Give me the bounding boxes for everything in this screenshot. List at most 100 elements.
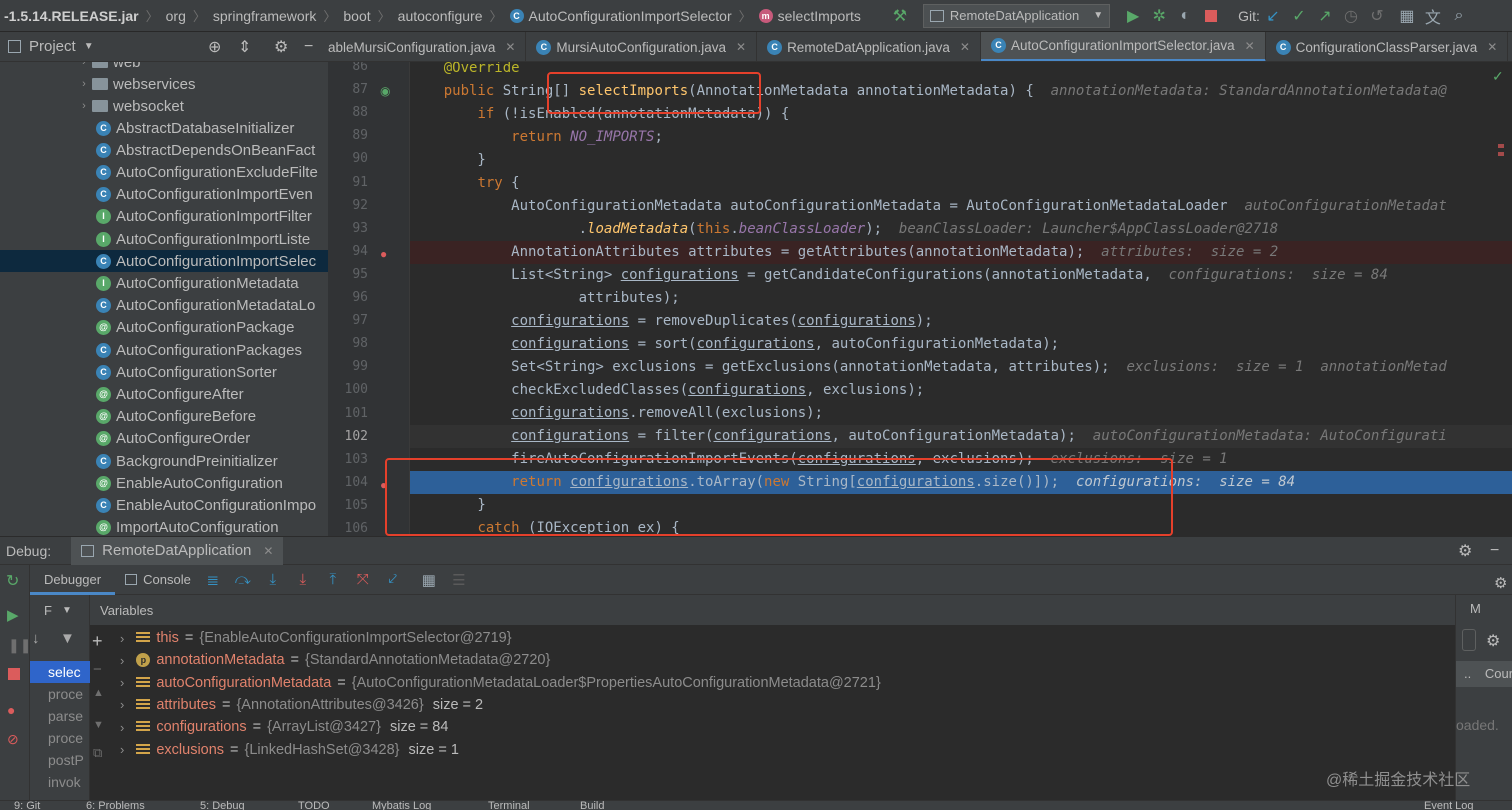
collapse-icon[interactable]: ⇕ [238, 37, 251, 57]
override-icon[interactable]: ◉ [380, 84, 390, 98]
tree-item[interactable]: C AbstractDatabaseInitializer [0, 117, 328, 139]
variable-row[interactable]: › this = {EnableAutoConfigurationImportSele… [120, 627, 521, 649]
copy-icon[interactable]: ⧉ [93, 745, 102, 761]
tree-item[interactable]: C AutoConfigurationSorter [0, 361, 328, 383]
gear-icon[interactable]: ⚙ [1458, 541, 1472, 561]
step-into-icon[interactable]: ⤓ [261, 568, 285, 592]
git-commit-icon[interactable]: ✓ [1286, 3, 1312, 29]
chevron-down-icon[interactable]: ▼ [84, 41, 94, 52]
chevron-right-icon[interactable]: › [120, 631, 124, 646]
breakpoint-icon[interactable]: ● [380, 247, 387, 261]
gear-icon[interactable]: ⚙ [1486, 631, 1500, 651]
tab-console[interactable]: Console [115, 572, 201, 587]
minus-icon[interactable]: − [93, 661, 102, 678]
project-title[interactable]: Project [29, 38, 76, 55]
debug-session-tab[interactable]: RemoteDatApplication ✕ [71, 536, 284, 565]
tab-auto-config-import-selector[interactable]: C AutoConfigurationImportSelector.java ✕ [980, 32, 1266, 61]
chevron-right-icon[interactable]: › [120, 742, 124, 757]
tab-debugger[interactable]: Debugger [30, 565, 116, 595]
variable-row[interactable]: › attributes = {AnnotationAttributes@3426} s… [120, 694, 483, 716]
breadcrumb-class[interactable]: C AutoConfigurationImportSelector [506, 8, 736, 24]
hammer-icon[interactable]: ⚒ [887, 3, 913, 29]
chevron-down-icon[interactable]: ▼ [62, 605, 72, 616]
breadcrumb-jar[interactable]: -1.5.14.RELEASE.jar [0, 8, 143, 24]
close-icon[interactable]: ✕ [505, 40, 515, 54]
gear-icon[interactable]: ⚙ [274, 37, 288, 57]
tree-item[interactable]: @ AutoConfigureOrder [0, 428, 328, 450]
minimize-icon[interactable]: − [304, 38, 313, 56]
down-icon[interactable]: ▼ [93, 719, 104, 731]
variable-row[interactable]: › autoConfigurationMetadata = {AutoConfigur… [120, 672, 890, 694]
tab-configuration-class-parser[interactable]: C ConfigurationClassParser.java ✕ [1266, 32, 1509, 61]
tab-mursi-auto-config[interactable]: C MursiAutoConfiguration.java ✕ [526, 32, 758, 61]
tool-window-button[interactable]: TODO [298, 801, 330, 810]
tree-item[interactable]: I AutoConfigurationMetadata [0, 272, 328, 294]
error-stripe-mark[interactable] [1498, 152, 1504, 156]
tool-window-button[interactable]: Event Log [1424, 801, 1474, 810]
run-config-select[interactable]: RemoteDatApplication ▼ [922, 3, 1111, 28]
tree-item[interactable]: C AutoConfigurationPackages [0, 339, 328, 361]
project-structure-icon[interactable]: ▦ [1394, 3, 1420, 29]
git-update-icon[interactable]: ↙ [1260, 3, 1286, 29]
tree-item[interactable]: C AbstractDependsOnBeanFact [0, 139, 328, 161]
git-push-icon[interactable]: ↗ [1312, 3, 1338, 29]
add-watch-icon[interactable]: + [92, 631, 103, 652]
locate-icon[interactable]: ⊕ [208, 37, 221, 57]
close-icon[interactable]: ✕ [960, 40, 970, 54]
step-over-icon[interactable]: ⤼ [231, 568, 255, 592]
tree-item[interactable]: C AutoConfigurationImportEven [0, 184, 328, 206]
tree-item[interactable]: @ AutoConfigureBefore [0, 406, 328, 428]
close-icon[interactable]: ✕ [1245, 39, 1255, 53]
step-out-icon[interactable]: ⤒ [321, 568, 345, 592]
minimize-icon[interactable]: − [1490, 542, 1499, 560]
drop-frame-icon[interactable]: ⤧ [351, 568, 375, 592]
frame-item[interactable]: postP [48, 752, 84, 768]
tool-window-button[interactable]: 9: Git [14, 801, 40, 810]
tool-window-button[interactable]: Mybatis Log [372, 801, 431, 810]
breadcrumb-method[interactable]: m selectImports [755, 8, 865, 24]
breakpoints-icon[interactable]: ● [7, 702, 15, 718]
frame-item[interactable]: proce [48, 730, 83, 746]
settings-icon[interactable]: ⚙ [1494, 574, 1507, 592]
tree-item[interactable]: @ ImportAutoConfiguration [0, 517, 328, 536]
frame-item[interactable]: invok [48, 774, 81, 790]
close-icon[interactable]: ✕ [1487, 40, 1497, 54]
run-icon[interactable]: ▶ [1120, 3, 1146, 29]
tool-window-button[interactable]: Build [580, 801, 604, 810]
run-to-cursor-icon[interactable]: ⤦ [381, 568, 405, 592]
tree-item[interactable]: @ AutoConfigureAfter [0, 383, 328, 405]
tree-item[interactable]: I AutoConfigurationImportListe [0, 228, 328, 250]
force-step-into-icon[interactable]: ⤓ [291, 568, 315, 592]
tool-window-button[interactable]: Terminal [488, 801, 530, 810]
show-execution-point-icon[interactable]: ≣ [201, 568, 225, 592]
tree-item[interactable]: C BackgroundPreinitializer [0, 450, 328, 472]
history-icon[interactable]: ◷ [1338, 3, 1364, 29]
evaluate-icon[interactable]: ▦ [417, 568, 441, 592]
tree-item[interactable]: @ EnableAutoConfiguration [0, 472, 328, 494]
chevron-right-icon[interactable]: › [120, 675, 124, 690]
breadcrumb-item[interactable]: org [162, 8, 190, 24]
rerun-icon[interactable]: ↻ [6, 571, 19, 591]
tree-folder[interactable]: › websocket [0, 95, 328, 117]
tree-item[interactable]: @ AutoConfigurationPackage [0, 317, 328, 339]
trace-icon[interactable]: ☰ [447, 568, 471, 592]
frame-item[interactable]: proce [48, 686, 83, 702]
error-stripe-mark[interactable] [1498, 144, 1504, 148]
tree-item[interactable]: C AutoConfigurationExcludeFilte [0, 161, 328, 183]
count-column[interactable]: .. Cour [1456, 661, 1512, 687]
resume-icon[interactable]: ▶ [7, 606, 19, 624]
pause-icon[interactable]: ❚❚ [8, 637, 31, 654]
tree-item[interactable]: C EnableAutoConfigurationImpo [0, 494, 328, 516]
rollback-icon[interactable]: ↺ [1364, 3, 1390, 29]
memory-label[interactable]: M [1470, 601, 1481, 616]
breadcrumb-item[interactable]: autoconfigure [394, 8, 487, 24]
chevron-right-icon[interactable]: › [120, 697, 124, 712]
tree-item[interactable]: C AutoConfigurationImportSelec [0, 250, 328, 273]
variable-row[interactable]: › exclusions = {LinkedHashSet@3428} size = 1 [120, 739, 459, 761]
tree-folder[interactable]: › webservices [0, 73, 328, 95]
up-icon[interactable]: ▲ [93, 687, 104, 699]
close-icon[interactable]: ✕ [263, 544, 273, 558]
tree-item[interactable]: C AutoConfigurationMetadataLo [0, 295, 328, 317]
chevron-right-icon[interactable]: › [120, 653, 124, 668]
tab-remote-dat-application[interactable]: C RemoteDatApplication.java ✕ [757, 32, 981, 61]
